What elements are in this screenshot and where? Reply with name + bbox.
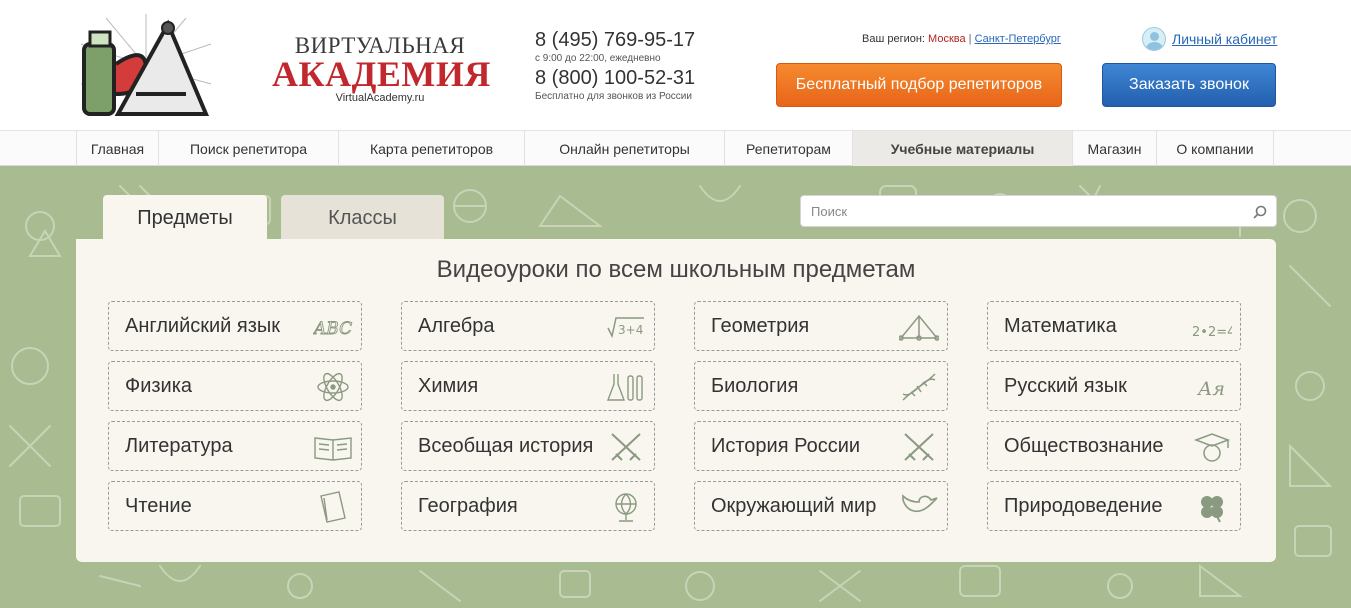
subject-physics[interactable]: Физика	[108, 361, 362, 411]
subject-biology[interactable]: Биология	[694, 361, 948, 411]
letters-icon: Ая	[1196, 378, 1225, 400]
panel-title: Видеоуроки по всем школьным предметам	[436, 256, 916, 283]
subject-russian[interactable]: Русский язык Ая	[987, 361, 1241, 411]
nav-item-home[interactable]: Главная	[76, 131, 158, 166]
subject-geometry[interactable]: Геометрия	[694, 301, 948, 351]
phone-moscow: 8 (495) 769-95-17	[535, 29, 696, 51]
nav-item-about[interactable]: О компании	[1156, 131, 1274, 166]
request-call-button[interactable]: Заказать звонок	[1102, 63, 1276, 107]
logo-main-word: АКАДЕМИЯ	[272, 54, 491, 94]
nav-item-tutor-search[interactable]: Поиск репетитора	[158, 131, 338, 166]
region-current: Москва	[928, 33, 966, 45]
subject-algebra[interactable]: Алгебра 3+4	[401, 301, 655, 351]
subject-world-history[interactable]: Всеобщая история	[401, 421, 655, 471]
clover-icon	[1201, 496, 1223, 523]
region-separator: |	[968, 33, 972, 45]
subject-social-studies[interactable]: Обществознание	[987, 421, 1241, 471]
account-link-group[interactable]: Личный кабинет	[1142, 27, 1277, 51]
search-icon[interactable]	[1253, 205, 1267, 219]
phone-free: 8 (800) 100-52-31	[535, 67, 696, 89]
svg-text:Ая: Ая	[1196, 378, 1225, 400]
svg-text:ABC: ABC	[313, 319, 352, 339]
nav-item-for-tutors[interactable]: Репетиторам	[724, 131, 852, 166]
abc-icon: ABC	[313, 319, 353, 340]
free-tutor-selection-button[interactable]: Бесплатный подбор репетиторов	[776, 63, 1062, 107]
svg-text:2•2=4: 2•2=4	[1192, 325, 1232, 340]
flasks-icon	[606, 374, 643, 401]
nav-item-tutor-map[interactable]: Карта репетиторов	[338, 131, 524, 166]
swords-icon	[611, 433, 641, 461]
subject-chemistry[interactable]: Химия	[401, 361, 655, 411]
nav-item-online-tutors[interactable]: Онлайн репетиторы	[524, 131, 724, 166]
logo-text[interactable]: ВИРТУАЛЬНАЯ АКАДЕМИЯ VirtualAcademy.ru	[272, 34, 491, 105]
subject-reading[interactable]: Чтение	[108, 481, 362, 531]
svg-text:3+4: 3+4	[618, 323, 643, 337]
subject-geography[interactable]: География	[401, 481, 655, 531]
subject-nature-studies[interactable]: Природоведение	[987, 481, 1241, 531]
dna-icon	[902, 373, 936, 401]
equation-icon: 2•2=4	[1192, 325, 1232, 340]
nav-item-shop[interactable]: Магазин	[1072, 131, 1156, 166]
books-icon	[320, 491, 346, 523]
logo-icon[interactable]	[76, 14, 216, 118]
account-link[interactable]: Личный кабинет	[1172, 31, 1277, 47]
region-label: Ваш регион:	[862, 33, 925, 45]
phone-moscow-note: с 9:00 до 22:00, ежедневно	[535, 53, 661, 64]
site-header: ВИРТУАЛЬНАЯ АКАДЕМИЯ VirtualAcademy.ru 8…	[0, 0, 1351, 130]
graduate-icon	[1193, 433, 1231, 462]
subject-literature[interactable]: Литература	[108, 421, 362, 471]
bird-icon	[902, 494, 938, 512]
user-avatar-icon[interactable]	[1142, 27, 1166, 51]
nav-item-study-materials[interactable]: Учебные материалы	[852, 131, 1072, 166]
swords-icon	[904, 433, 934, 461]
phone-free-note: Бесплатно для звонков из России	[535, 91, 692, 102]
contact-phones: 8 (495) 769-95-17 с 9:00 до 22:00, ежедн…	[535, 28, 695, 104]
tab-classes[interactable]: Классы	[281, 195, 444, 241]
region-link-spb[interactable]: Санкт-Петербург	[975, 33, 1061, 45]
atom-icon	[317, 372, 349, 402]
sqrt-icon: 3+4	[607, 317, 644, 339]
book-icon	[314, 437, 352, 461]
search-box	[800, 195, 1277, 227]
main-nav: Главная Поиск репетитора Карта репетитор…	[0, 130, 1351, 166]
subject-math[interactable]: Математика 2•2=4	[987, 301, 1241, 351]
tab-subjects[interactable]: Предметы	[103, 195, 267, 241]
triangle-icon	[899, 314, 939, 341]
subject-english[interactable]: Английский язык ABC	[108, 301, 362, 351]
subject-world-around[interactable]: Окружающий мир	[694, 481, 948, 531]
region-selector: Ваш регион: Москва | Санкт-Петербург	[862, 33, 1061, 45]
globe-icon	[615, 493, 637, 522]
search-input[interactable]	[811, 196, 1231, 226]
subjects-panel: Видеоуроки по всем школьным предметам Ан…	[76, 239, 1276, 562]
subject-russian-history[interactable]: История России	[694, 421, 948, 471]
